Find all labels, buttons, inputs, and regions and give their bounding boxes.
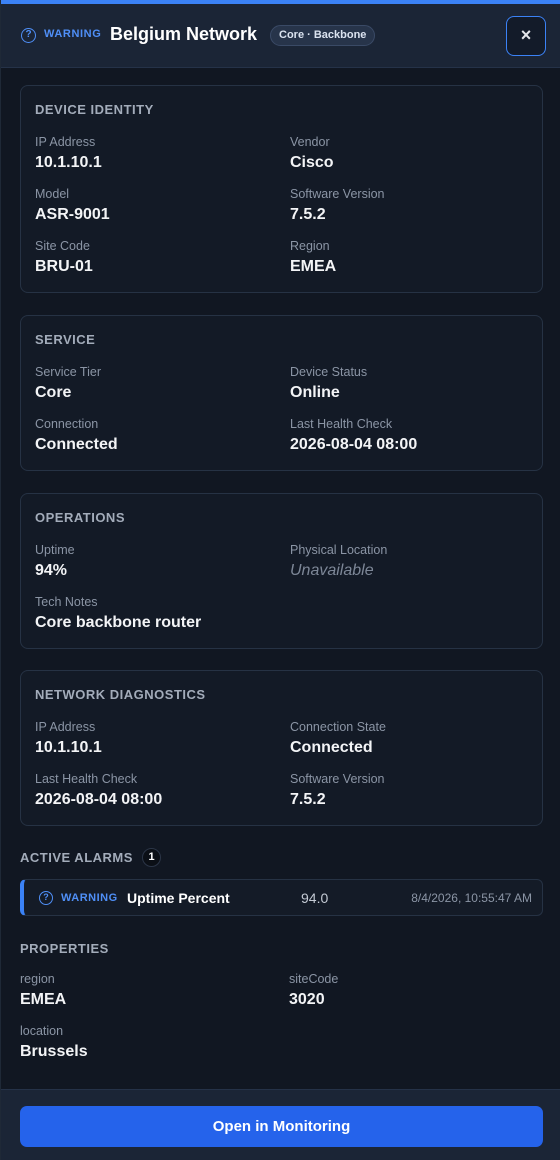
field-label: Software Version bbox=[290, 187, 385, 201]
property-label: siteCode bbox=[289, 972, 339, 986]
close-icon: × bbox=[520, 25, 532, 45]
field-value: Core bbox=[35, 384, 72, 401]
alarm-name: Uptime Percent bbox=[127, 890, 230, 906]
property-value: 3020 bbox=[289, 991, 325, 1008]
field-value: Connected bbox=[35, 436, 118, 453]
field-label: Vendor bbox=[290, 135, 330, 149]
field-value: Unavailable bbox=[290, 562, 374, 579]
question-circle-icon: ? bbox=[39, 891, 53, 905]
panel-footer: Open in Monitoring bbox=[1, 1089, 560, 1160]
card-title: DEVICE IDENTITY bbox=[35, 102, 154, 117]
field-value: 10.1.10.1 bbox=[35, 154, 102, 171]
field-value: 7.5.2 bbox=[290, 206, 326, 223]
device-detail-panel: ? WARNING Belgium Network Core · Backbon… bbox=[0, 0, 560, 1160]
field-value: Core backbone router bbox=[35, 614, 202, 631]
field-label: Last Health Check bbox=[290, 417, 393, 431]
property-label: region bbox=[20, 972, 55, 986]
field-label: Uptime bbox=[35, 543, 75, 557]
question-circle-icon: ? bbox=[21, 28, 36, 43]
property-value: Brussels bbox=[20, 1043, 88, 1060]
field-value: 94% bbox=[35, 562, 68, 579]
tier-badge: Core · Backbone bbox=[270, 25, 376, 46]
card-title: SERVICE bbox=[35, 332, 96, 347]
field-label: Software Version bbox=[290, 772, 385, 786]
alarm-count-badge: 1 bbox=[142, 848, 161, 867]
field-label: Region bbox=[290, 239, 330, 253]
field-label: IP Address bbox=[35, 135, 96, 149]
alarm-row[interactable]: ? WARNING Uptime Percent 94.0 8/4/2026, … bbox=[20, 879, 543, 916]
alarm-timestamp: 8/4/2026, 10:55:47 AM bbox=[411, 891, 532, 905]
card-title: NETWORK DIAGNOSTICS bbox=[35, 687, 206, 702]
field-value: Connected bbox=[290, 739, 373, 756]
property-label: location bbox=[20, 1024, 64, 1038]
network-diagnostics-card: NETWORK DIAGNOSTICS IP Address 10.1.10.1… bbox=[20, 670, 543, 826]
field-value: BRU-01 bbox=[35, 258, 93, 275]
field-label: IP Address bbox=[35, 720, 96, 734]
field-label: Connection State bbox=[290, 720, 386, 734]
field-label: Service Tier bbox=[35, 365, 101, 379]
property-value: EMEA bbox=[20, 991, 67, 1008]
card-title: OPERATIONS bbox=[35, 510, 125, 525]
alarm-severity: WARNING bbox=[61, 892, 118, 904]
field-label: Tech Notes bbox=[35, 595, 98, 609]
field-value: Online bbox=[290, 384, 340, 401]
alarms-section-title: ACTIVE ALARMS bbox=[20, 850, 133, 865]
field-label: Site Code bbox=[35, 239, 90, 253]
field-label: Model bbox=[35, 187, 70, 201]
field-value: EMEA bbox=[290, 258, 337, 275]
close-button[interactable]: × bbox=[506, 16, 546, 56]
properties-section-title: PROPERTIES bbox=[20, 941, 109, 956]
field-value: 10.1.10.1 bbox=[35, 739, 102, 756]
open-in-monitoring-button[interactable]: Open in Monitoring bbox=[20, 1106, 543, 1147]
field-value: 7.5.2 bbox=[290, 791, 326, 808]
panel-header: ? WARNING Belgium Network Core · Backbon… bbox=[1, 4, 560, 68]
field-label: Physical Location bbox=[290, 543, 388, 557]
field-label: Device Status bbox=[290, 365, 368, 379]
severity-label: WARNING bbox=[44, 28, 102, 40]
field-value: 2026-08-04 08:00 bbox=[35, 791, 163, 808]
alarm-value: 94.0 bbox=[301, 890, 329, 906]
field-value: ASR-9001 bbox=[35, 206, 110, 223]
field-value: 2026-08-04 08:00 bbox=[290, 436, 418, 453]
field-value: Cisco bbox=[290, 154, 334, 171]
device-identity-card: DEVICE IDENTITY IP Address 10.1.10.1 Ven… bbox=[20, 85, 543, 293]
field-label: Connection bbox=[35, 417, 99, 431]
service-card: SERVICE Service Tier Core Device Status … bbox=[20, 315, 543, 471]
operations-card: OPERATIONS Uptime 94% Physical Location … bbox=[20, 493, 543, 649]
page-title: Belgium Network bbox=[110, 24, 258, 44]
field-label: Last Health Check bbox=[35, 772, 138, 786]
